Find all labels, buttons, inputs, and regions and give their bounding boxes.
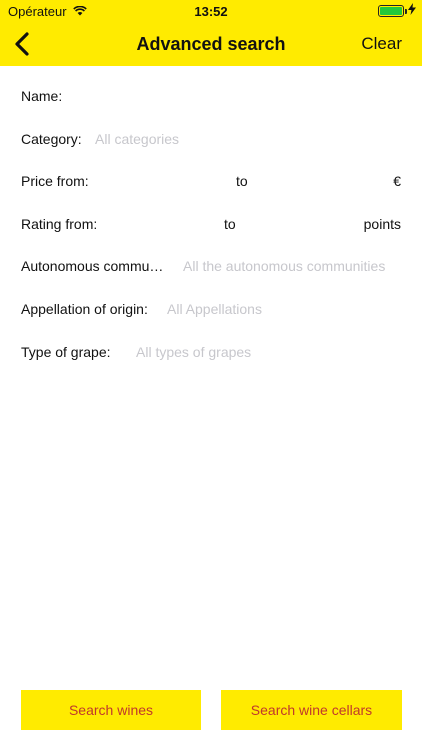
price-label: Price from: <box>21 173 89 190</box>
autonomous-community-label: Autonomous commu… <box>21 258 164 275</box>
rating-to-label: to <box>224 215 236 232</box>
page-title: Advanced search <box>136 34 286 54</box>
advanced-search-screen: Opérateur 13:52 Advanced search Clear Na… <box>0 0 422 750</box>
rating-row: Rating from: to points <box>0 194 422 237</box>
rating-label: Rating from: <box>21 215 98 232</box>
grape-label: Type of grape: <box>21 343 111 360</box>
name-row[interactable]: Name: <box>0 66 422 109</box>
appellation-row[interactable]: Appellation of origin: All Appellations <box>0 279 422 322</box>
bottom-actions: Search wines Search wine cellars <box>0 690 422 730</box>
status-right <box>378 3 416 18</box>
price-to-label: to <box>236 173 248 190</box>
category-placeholder: All categories <box>95 130 180 147</box>
name-label: Name: <box>21 88 63 104</box>
clear-button[interactable]: Clear <box>361 34 402 54</box>
search-wines-button[interactable]: Search wines <box>21 690 201 730</box>
appellation-label: Appellation of origin: <box>21 300 148 317</box>
category-row[interactable]: Category: All categories <box>0 109 422 152</box>
grape-row[interactable]: Type of grape: All types of grapes <box>0 322 422 365</box>
charging-bolt-icon <box>408 3 416 18</box>
autonomous-community-row[interactable]: Autonomous commu… All the autonomous com… <box>0 236 422 279</box>
appellation-placeholder: All Appellations <box>167 300 262 317</box>
rating-unit: points <box>363 215 401 232</box>
search-form: Name: Category: All categories Price fro… <box>0 66 422 364</box>
price-unit: € <box>393 173 401 190</box>
search-wine-cellars-button[interactable]: Search wine cellars <box>221 690 402 730</box>
status-time: 13:52 <box>194 4 228 19</box>
status-bar: Opérateur 13:52 <box>0 0 422 22</box>
grape-placeholder: All types of grapes <box>136 343 252 360</box>
top-bar: Opérateur 13:52 Advanced search Clear <box>0 0 422 66</box>
navigation-bar: Advanced search Clear <box>0 22 422 66</box>
price-row: Price from: to € <box>0 151 422 194</box>
category-label: Category: <box>21 130 82 147</box>
battery-icon <box>378 4 407 17</box>
autonomous-community-placeholder: All the autonomous communities <box>183 258 386 275</box>
